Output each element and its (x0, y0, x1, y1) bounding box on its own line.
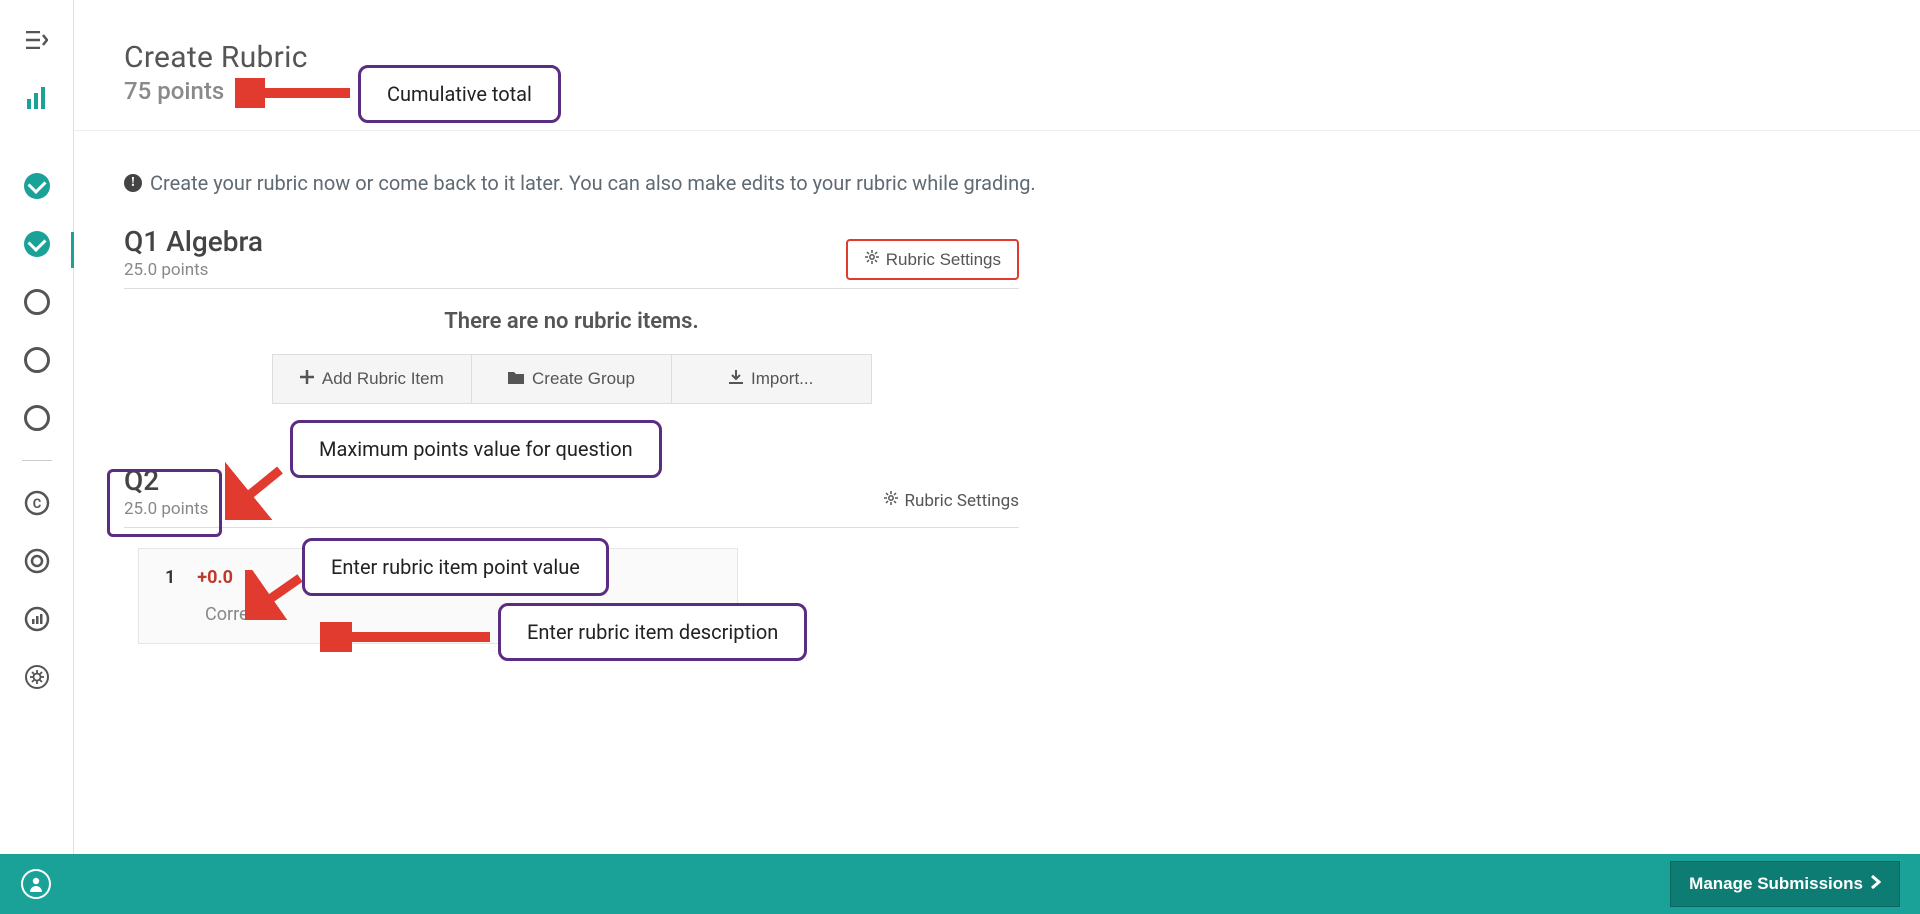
chevron-right-icon (1871, 874, 1881, 894)
annotation-max-points: Maximum points value for question (290, 420, 662, 478)
gear-icon (883, 490, 899, 511)
step-check-2-icon[interactable] (17, 224, 57, 264)
question-block-q1: Q1 Algebra 25.0 points Rubric Settings T… (124, 225, 1019, 404)
create-group-label: Create Group (532, 369, 635, 389)
step-check-1-icon[interactable] (17, 166, 57, 206)
create-group-button[interactable]: Create Group (472, 355, 672, 403)
stats-icon[interactable] (17, 78, 57, 118)
rubric-settings-button-q2[interactable]: Rubric Settings (883, 482, 1019, 519)
info-icon: ! (124, 174, 142, 192)
scroll-area[interactable]: ! Create your rubric now or come back to… (74, 130, 1920, 854)
rubric-settings-label: Rubric Settings (886, 250, 1001, 270)
gear-icon (864, 249, 880, 270)
svg-text:C: C (32, 497, 41, 512)
annotation-item-desc: Enter rubric item description (498, 603, 807, 661)
folder-icon (508, 369, 524, 389)
arrow-icon (225, 460, 285, 520)
rubric-settings-label: Rubric Settings (905, 491, 1019, 511)
target-icon[interactable] (17, 541, 57, 581)
step-circle-5-icon[interactable] (17, 398, 57, 438)
step-circle-3-icon[interactable] (17, 282, 57, 322)
gear-icon[interactable] (17, 657, 57, 697)
no-rubric-items-text: There are no rubric items. (124, 309, 1019, 334)
q1-title: Q1 Algebra (124, 225, 263, 258)
q1-points: 25.0 points (124, 260, 263, 280)
copyright-icon[interactable]: C (17, 483, 57, 523)
add-rubric-item-button[interactable]: Add Rubric Item (273, 355, 473, 403)
sidebar-divider (22, 460, 52, 461)
info-bar: ! Create your rubric now or come back to… (124, 171, 1920, 195)
sidebar: C (0, 0, 74, 914)
rubric-item-points[interactable]: +0.0 (197, 567, 233, 588)
rubric-action-row: Add Rubric Item Create Group Import... (272, 354, 872, 404)
annotation-item-points: Enter rubric item point value (302, 538, 609, 596)
annotation-q2-highlight-box (107, 469, 222, 537)
arrow-icon (320, 622, 495, 652)
plus-icon (300, 369, 314, 389)
add-rubric-item-label: Add Rubric Item (322, 369, 444, 389)
arrow-icon (235, 78, 355, 108)
step-circle-4-icon[interactable] (17, 340, 57, 380)
import-button[interactable]: Import... (672, 355, 871, 403)
arrow-icon (245, 570, 305, 620)
import-label: Import... (751, 369, 813, 389)
user-icon[interactable] (21, 869, 51, 899)
info-text: Create your rubric now or come back to i… (150, 171, 1036, 195)
stats-circle-icon[interactable] (17, 599, 57, 639)
bottom-bar: Manage Submissions (0, 854, 1920, 914)
download-icon (729, 369, 743, 389)
manage-submissions-label: Manage Submissions (1689, 874, 1863, 894)
rubric-settings-button-q1[interactable]: Rubric Settings (846, 239, 1019, 280)
annotation-cumulative-total: Cumulative total (358, 65, 561, 123)
menu-toggle-icon[interactable] (17, 20, 57, 60)
manage-submissions-button[interactable]: Manage Submissions (1670, 861, 1900, 907)
rubric-item-index: 1 (165, 567, 175, 588)
